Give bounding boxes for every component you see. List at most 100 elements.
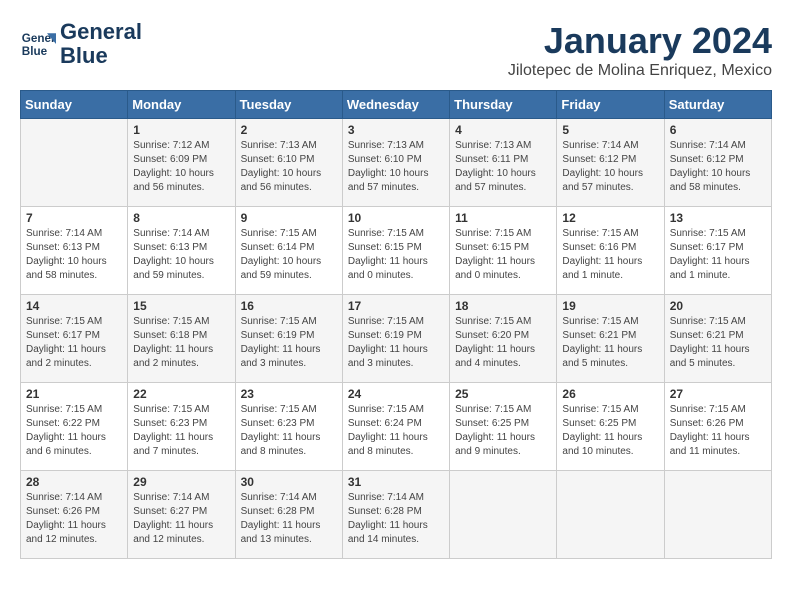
cell-content: Sunrise: 7:15 AM Sunset: 6:24 PM Dayligh… (348, 403, 444, 459)
cell-content: Sunrise: 7:12 AM Sunset: 6:09 PM Dayligh… (133, 139, 229, 195)
calendar-cell: 9Sunrise: 7:15 AM Sunset: 6:14 PM Daylig… (235, 207, 342, 295)
header-row: SundayMondayTuesdayWednesdayThursdayFrid… (21, 91, 772, 119)
calendar-cell: 22Sunrise: 7:15 AM Sunset: 6:23 PM Dayli… (128, 383, 235, 471)
day-number: 24 (348, 387, 444, 401)
calendar-cell: 30 Sunrise: 7:14 AM Sunset: 6:28 PM Dayli… (235, 471, 342, 559)
cell-content: Sunrise: 7:14 AM Sunset: 6:28 PM Dayligh… (241, 491, 337, 547)
day-number: 17 (348, 299, 444, 313)
calendar-cell: 3 Sunrise: 7:13 AM Sunset: 6:10 PM Daylig… (342, 119, 449, 207)
day-number: 7 (26, 211, 122, 225)
calendar-cell: 8 Sunrise: 7:14 AM Sunset: 6:13 PM Daylig… (128, 207, 235, 295)
logo: General Blue General Blue (20, 20, 142, 68)
calendar-cell: 24 Sunrise: 7:15 AM Sunset: 6:24 PM Dayli… (342, 383, 449, 471)
day-number: 16 (241, 299, 337, 313)
cell-content: Sunrise: 7:13 AM Sunset: 6:10 PM Dayligh… (241, 139, 337, 195)
week-row-3: 14 Sunrise: 7:15 AM Sunset: 6:17 PM Dayli… (21, 295, 772, 383)
day-number: 23 (241, 387, 337, 401)
calendar-cell: 11Sunrise: 7:15 AM Sunset: 6:15 PM Dayli… (450, 207, 557, 295)
calendar-cell: 27Sunrise: 7:15 AM Sunset: 6:26 PM Dayli… (664, 383, 771, 471)
day-number: 1 (133, 123, 229, 137)
calendar-table: SundayMondayTuesdayWednesdayThursdayFrid… (20, 90, 772, 559)
day-number: 28 (26, 475, 122, 489)
cell-content: Sunrise: 7:15 AM Sunset: 6:22 PM Dayligh… (26, 403, 122, 459)
day-number: 29 (133, 475, 229, 489)
cell-content: Sunrise: 7:14 AM Sunset: 6:12 PM Dayligh… (562, 139, 658, 195)
cell-content: Sunrise: 7:15 AM Sunset: 6:25 PM Dayligh… (562, 403, 658, 459)
day-number: 10 (348, 211, 444, 225)
day-number: 11 (455, 211, 551, 225)
day-number: 25 (455, 387, 551, 401)
cell-content: Sunrise: 7:14 AM Sunset: 6:26 PM Dayligh… (26, 491, 122, 547)
week-row-1: 1 Sunrise: 7:12 AM Sunset: 6:09 PM Daylig… (21, 119, 772, 207)
cell-content: Sunrise: 7:14 AM Sunset: 6:27 PM Dayligh… (133, 491, 229, 547)
week-row-4: 21 Sunrise: 7:15 AM Sunset: 6:22 PM Dayli… (21, 383, 772, 471)
day-number: 3 (348, 123, 444, 137)
header-cell-monday: Monday (128, 91, 235, 119)
calendar-cell: 19Sunrise: 7:15 AM Sunset: 6:21 PM Dayli… (557, 295, 664, 383)
header-cell-saturday: Saturday (664, 91, 771, 119)
location-title: Jilotepec de Molina Enriquez, Mexico (508, 62, 772, 80)
calendar-cell: 5 Sunrise: 7:14 AM Sunset: 6:12 PM Daylig… (557, 119, 664, 207)
svg-text:Blue: Blue (22, 45, 48, 58)
cell-content: Sunrise: 7:15 AM Sunset: 6:15 PM Dayligh… (348, 227, 444, 283)
calendar-cell: 17 Sunrise: 7:15 AM Sunset: 6:19 PM Dayli… (342, 295, 449, 383)
day-number: 27 (670, 387, 766, 401)
calendar-cell: 6Sunrise: 7:14 AM Sunset: 6:12 PM Daylig… (664, 119, 771, 207)
cell-content: Sunrise: 7:14 AM Sunset: 6:12 PM Dayligh… (670, 139, 766, 195)
cell-content: Sunrise: 7:15 AM Sunset: 6:19 PM Dayligh… (348, 315, 444, 371)
calendar-cell: 13 Sunrise: 7:15 AM Sunset: 6:17 PM Dayli… (664, 207, 771, 295)
day-number: 20 (670, 299, 766, 313)
day-number: 14 (26, 299, 122, 313)
calendar-cell: 12 Sunrise: 7:15 AM Sunset: 6:16 PM Dayli… (557, 207, 664, 295)
day-number: 21 (26, 387, 122, 401)
week-row-2: 7 Sunrise: 7:14 AM Sunset: 6:13 PM Daylig… (21, 207, 772, 295)
calendar-cell: 15Sunrise: 7:15 AM Sunset: 6:18 PM Dayli… (128, 295, 235, 383)
calendar-cell: 14 Sunrise: 7:15 AM Sunset: 6:17 PM Dayli… (21, 295, 128, 383)
header-cell-friday: Friday (557, 91, 664, 119)
cell-content: Sunrise: 7:15 AM Sunset: 6:25 PM Dayligh… (455, 403, 551, 459)
day-number: 18 (455, 299, 551, 313)
calendar-cell: 20 Sunrise: 7:15 AM Sunset: 6:21 PM Dayli… (664, 295, 771, 383)
calendar-cell: 23Sunrise: 7:15 AM Sunset: 6:23 PM Dayli… (235, 383, 342, 471)
day-number: 5 (562, 123, 658, 137)
calendar-cell: 4Sunrise: 7:13 AM Sunset: 6:11 PM Daylig… (450, 119, 557, 207)
day-number: 2 (241, 123, 337, 137)
cell-content: Sunrise: 7:15 AM Sunset: 6:21 PM Dayligh… (670, 315, 766, 371)
cell-content: Sunrise: 7:15 AM Sunset: 6:16 PM Dayligh… (562, 227, 658, 283)
month-title: January 2024 (508, 20, 772, 62)
cell-content: Sunrise: 7:15 AM Sunset: 6:14 PM Dayligh… (241, 227, 337, 283)
calendar-cell: 29 Sunrise: 7:14 AM Sunset: 6:27 PM Dayli… (128, 471, 235, 559)
title-area: January 2024 Jilotepec de Molina Enrique… (508, 20, 772, 80)
cell-content: Sunrise: 7:15 AM Sunset: 6:21 PM Dayligh… (562, 315, 658, 371)
day-number: 22 (133, 387, 229, 401)
calendar-header: SundayMondayTuesdayWednesdayThursdayFrid… (21, 91, 772, 119)
calendar-cell: 1 Sunrise: 7:12 AM Sunset: 6:09 PM Daylig… (128, 119, 235, 207)
calendar-cell (450, 471, 557, 559)
logo-icon: General Blue (20, 26, 56, 62)
calendar-cell: 18 Sunrise: 7:15 AM Sunset: 6:20 PM Dayli… (450, 295, 557, 383)
calendar-cell: 28 Sunrise: 7:14 AM Sunset: 6:26 PM Dayli… (21, 471, 128, 559)
day-number: 12 (562, 211, 658, 225)
cell-content: Sunrise: 7:15 AM Sunset: 6:20 PM Dayligh… (455, 315, 551, 371)
day-number: 8 (133, 211, 229, 225)
header: General Blue General Blue January 2024 J… (20, 20, 772, 80)
calendar-cell: 26 Sunrise: 7:15 AM Sunset: 6:25 PM Dayli… (557, 383, 664, 471)
cell-content: Sunrise: 7:14 AM Sunset: 6:28 PM Dayligh… (348, 491, 444, 547)
day-number: 26 (562, 387, 658, 401)
cell-content: Sunrise: 7:15 AM Sunset: 6:19 PM Dayligh… (241, 315, 337, 371)
header-cell-tuesday: Tuesday (235, 91, 342, 119)
calendar-cell: 31Sunrise: 7:14 AM Sunset: 6:28 PM Dayli… (342, 471, 449, 559)
header-cell-sunday: Sunday (21, 91, 128, 119)
cell-content: Sunrise: 7:14 AM Sunset: 6:13 PM Dayligh… (133, 227, 229, 283)
calendar-cell (21, 119, 128, 207)
day-number: 13 (670, 211, 766, 225)
cell-content: Sunrise: 7:15 AM Sunset: 6:17 PM Dayligh… (670, 227, 766, 283)
day-number: 15 (133, 299, 229, 313)
cell-content: Sunrise: 7:13 AM Sunset: 6:10 PM Dayligh… (348, 139, 444, 195)
cell-content: Sunrise: 7:15 AM Sunset: 6:17 PM Dayligh… (26, 315, 122, 371)
calendar-cell: 16 Sunrise: 7:15 AM Sunset: 6:19 PM Dayli… (235, 295, 342, 383)
day-number: 30 (241, 475, 337, 489)
header-cell-wednesday: Wednesday (342, 91, 449, 119)
header-cell-thursday: Thursday (450, 91, 557, 119)
calendar-body: 1 Sunrise: 7:12 AM Sunset: 6:09 PM Daylig… (21, 119, 772, 559)
